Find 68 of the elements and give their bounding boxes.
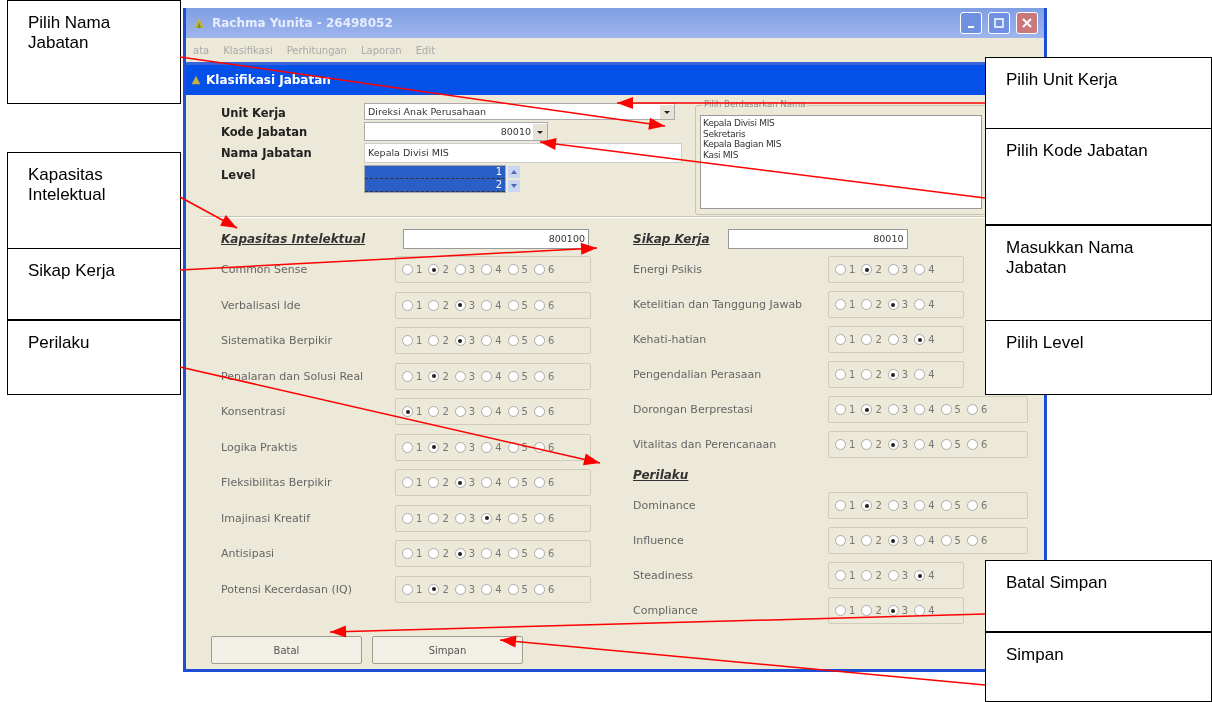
scroll-down-icon[interactable] xyxy=(508,180,520,192)
list-item[interactable]: Sekretaris xyxy=(703,128,979,139)
criterion-label: Verbalisasi Ide xyxy=(221,298,302,312)
callout-text: Kapasitas Intelektual xyxy=(28,165,107,205)
maximize-button[interactable] xyxy=(988,12,1010,34)
app-icon xyxy=(190,74,202,86)
close-icon xyxy=(1022,18,1032,28)
criterion-label: Konsentrasi xyxy=(221,405,287,419)
criterion-label: Common Sense xyxy=(221,263,309,277)
callout-text: Batal Simpan xyxy=(1006,573,1109,593)
menu-item[interactable]: Perhitungan xyxy=(285,44,348,56)
callout-text: Perilaku xyxy=(28,333,91,353)
scroll-up-icon[interactable] xyxy=(508,166,520,178)
criterion-label: Fleksibilitas Berpikir xyxy=(221,476,333,490)
menu-item[interactable]: ata xyxy=(192,44,211,56)
section-title: Sikap Kerja xyxy=(633,232,710,246)
criterion-label: Influence xyxy=(633,534,685,547)
child-window-title: Klasifikasi Jabatan xyxy=(206,73,331,87)
callout-text: Pilih Unit Kerja xyxy=(1006,70,1119,90)
app-icon xyxy=(192,16,206,30)
field-label: Unit Kerja xyxy=(221,105,287,120)
arrow xyxy=(179,196,238,229)
criterion-label: Kehati-hatian xyxy=(633,333,708,346)
callout-text: Pilih Kode Jabatan xyxy=(1006,141,1149,161)
dropdown-field[interactable]: 80010 xyxy=(364,122,548,141)
callout-text: Pilih Level xyxy=(1006,333,1085,353)
criterion-label: Energi Psikis xyxy=(633,263,703,276)
callout-text: Simpan xyxy=(1006,645,1065,665)
combo-box[interactable]: Direksi Anak Perusahaan xyxy=(364,103,675,120)
list-item[interactable]: Kasi MIS xyxy=(703,149,979,160)
window-title: Rachma Yunita - 26498052 xyxy=(212,16,393,30)
maximize-icon xyxy=(994,18,1004,28)
criterion-label: Dominance xyxy=(633,499,697,512)
close-button[interactable] xyxy=(1016,12,1038,34)
minimize-icon xyxy=(968,26,974,28)
section-title: Perilaku xyxy=(633,468,689,482)
value-field[interactable]: 80010 xyxy=(727,229,908,249)
menu-item[interactable]: Laporan xyxy=(359,44,403,56)
field-label: Kode Jabatan xyxy=(221,124,309,139)
callout-text: Masukkan Nama Jabatan xyxy=(1006,238,1135,278)
criterion-label: Antisipasi xyxy=(221,547,276,561)
criterion-label: Imajinasi Kreatif xyxy=(221,511,312,525)
criterion-label: Vitalitas dan Perencanaan xyxy=(633,438,778,451)
field-label: Level xyxy=(221,167,257,182)
criterion-label: Penalaran dan Solusi Real xyxy=(221,369,365,383)
list-item[interactable]: 2 xyxy=(365,179,505,192)
callout-text: Pilih Nama Jabatan xyxy=(28,13,112,53)
minimize-button[interactable] xyxy=(960,12,982,34)
push-button[interactable]: Simpan xyxy=(372,636,523,664)
list-item[interactable]: 1 xyxy=(365,166,505,179)
value-field[interactable]: 800100 xyxy=(403,229,589,249)
criterion-label: Logika Praktis xyxy=(221,440,299,454)
criterion-label: Sistematika Berpikir xyxy=(221,334,333,348)
text-field[interactable]: Kepala Divisi MIS xyxy=(364,143,682,163)
field-label: Nama Jabatan xyxy=(221,145,313,160)
callout-text: Sikap Kerja xyxy=(28,261,116,281)
criterion-label: Pengendalian Perasaan xyxy=(633,368,763,381)
criterion-label: Compliance xyxy=(633,604,699,617)
list-item[interactable]: Kepala Bagian MIS xyxy=(703,139,979,150)
push-button[interactable]: Batal xyxy=(211,636,362,664)
criterion-label: Potensi Kecerdasan (IQ) xyxy=(221,582,354,596)
list-box[interactable]: Kepala Divisi MIS Sekretaris Kepala Bagian MIS Kasi MIS xyxy=(700,115,982,209)
criterion-label: Dorongan Berprestasi xyxy=(633,403,754,416)
section-title: Kapasitas Intelektual xyxy=(221,232,367,246)
list-item[interactable]: Kepala Divisi MIS xyxy=(703,118,979,129)
criterion-label: Ketelitian dan Tanggung Jawab xyxy=(633,298,804,311)
criterion-label: Steadiness xyxy=(633,569,695,582)
menu-item[interactable]: Klasifikasi xyxy=(222,44,274,56)
